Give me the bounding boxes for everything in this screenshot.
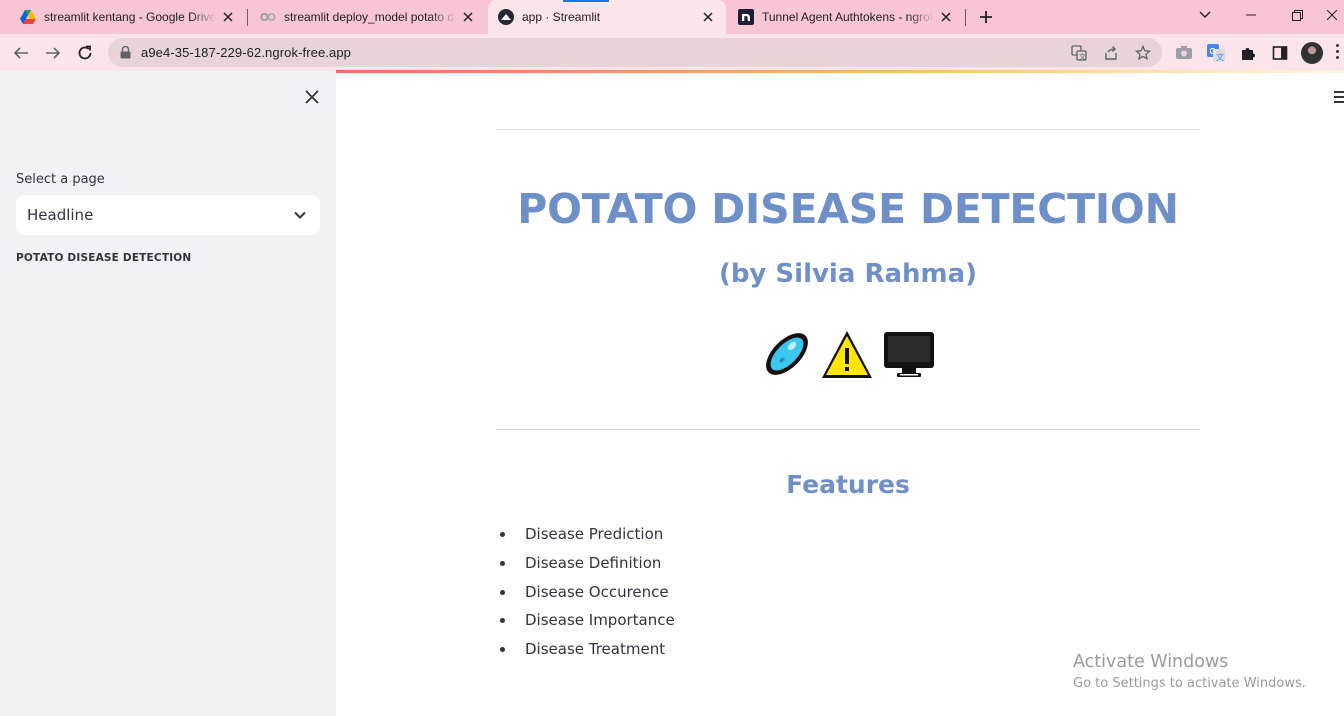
back-button[interactable]	[8, 40, 34, 66]
tab-streamlit-app[interactable]: app · Streamlit	[488, 0, 726, 34]
browser-menu-icon[interactable]	[1336, 44, 1344, 62]
restore-icon[interactable]	[1274, 0, 1320, 30]
reload-button[interactable]	[72, 40, 98, 66]
watermark-line2: Go to Settings to activate Windows.	[1073, 676, 1306, 691]
tab-separator	[965, 9, 966, 26]
svg-text:文: 文	[1079, 52, 1086, 61]
tab-search-icon[interactable]	[1182, 0, 1228, 30]
main-content: POTATO DISEASE DETECTION (by Silvia Rahm…	[336, 73, 1344, 716]
browser-tab-strip: streamlit kentang - Google Drive streaml…	[0, 0, 1344, 34]
sidebar-heading: POTATO DISEASE DETECTION	[16, 252, 192, 264]
colab-icon	[260, 9, 276, 25]
extensions-puzzle-icon[interactable]	[1238, 43, 1258, 63]
features-heading: Features	[786, 470, 910, 499]
bookmark-star-icon[interactable]	[1134, 44, 1152, 62]
svg-text:文: 文	[1216, 52, 1224, 62]
address-bar[interactable]: a9e4-35-187-229-62.ngrok-free.app 文	[108, 38, 1162, 67]
forward-button[interactable]	[40, 40, 66, 66]
page-select-value[interactable]: Headline	[27, 206, 93, 224]
close-window-icon[interactable]	[1320, 0, 1344, 30]
active-tab-indicator	[563, 0, 609, 2]
translate-icon[interactable]: 文	[1070, 44, 1088, 62]
emoji-row	[760, 328, 936, 380]
profile-avatar[interactable]	[1301, 42, 1323, 64]
feature-item: Disease Treatment	[496, 639, 675, 668]
feature-item: Disease Importance	[496, 610, 675, 639]
feature-item: Disease Definition	[496, 553, 675, 582]
page-select[interactable]: Headline	[16, 195, 320, 235]
tab-ngrok[interactable]: Tunnel Agent Authtokens - ngrok	[728, 0, 964, 34]
select-page-label: Select a page	[16, 172, 105, 187]
feature-item: Disease Occurence	[496, 582, 675, 611]
lock-icon[interactable]	[118, 45, 132, 60]
share-icon[interactable]	[1102, 44, 1120, 62]
streamlit-icon	[498, 9, 514, 25]
close-sidebar-icon[interactable]	[302, 87, 322, 107]
chevron-down-icon[interactable]	[293, 208, 307, 222]
side-panel-icon[interactable]	[1270, 43, 1290, 63]
close-tab-icon[interactable]	[938, 9, 954, 25]
tab-title: streamlit deploy_model potato disease	[284, 10, 456, 24]
monitor-icon	[884, 332, 934, 377]
page-title: POTATO DISEASE DETECTION	[517, 185, 1179, 233]
minimize-icon[interactable]	[1228, 0, 1274, 30]
close-tab-icon[interactable]	[700, 9, 716, 25]
tab-colab[interactable]: streamlit deploy_model potato disease	[240, 0, 486, 34]
tab-title: app · Streamlit	[522, 10, 601, 24]
svg-text:G: G	[1210, 47, 1216, 56]
warning-icon	[822, 331, 872, 378]
google-drive-icon	[20, 9, 36, 25]
sidebar: Select a page Headline POTATO DISEASE DE…	[0, 71, 336, 716]
tab-google-drive[interactable]: streamlit kentang - Google Drive	[0, 0, 246, 34]
ngrok-icon	[738, 9, 754, 25]
divider	[496, 429, 1200, 430]
watermark-line1: Activate Windows	[1073, 652, 1229, 672]
main-menu-icon[interactable]	[1334, 91, 1344, 103]
features-list: Disease Prediction Disease Definition Di…	[496, 524, 675, 668]
tab-title: Tunnel Agent Authtokens - ngrok	[762, 10, 934, 24]
feature-item: Disease Prediction	[496, 524, 675, 553]
activate-windows-watermark: Activate Windows Go to Settings to activ…	[1073, 652, 1306, 691]
google-translate-extension-icon[interactable]: G文	[1206, 43, 1226, 63]
url-text[interactable]: a9e4-35-187-229-62.ngrok-free.app	[141, 45, 351, 60]
page-subtitle: (by Silvia Rahma)	[718, 259, 978, 289]
close-tab-icon[interactable]	[220, 9, 236, 25]
divider	[496, 129, 1200, 130]
browser-toolbar: a9e4-35-187-229-62.ngrok-free.app 文 G文	[0, 34, 1344, 71]
new-tab-button[interactable]	[975, 6, 997, 28]
tab-title: streamlit kentang - Google Drive	[44, 10, 216, 24]
screenshot-extension-icon[interactable]	[1174, 43, 1194, 63]
close-tab-icon[interactable]	[460, 9, 476, 25]
microbe-icon	[766, 333, 808, 375]
